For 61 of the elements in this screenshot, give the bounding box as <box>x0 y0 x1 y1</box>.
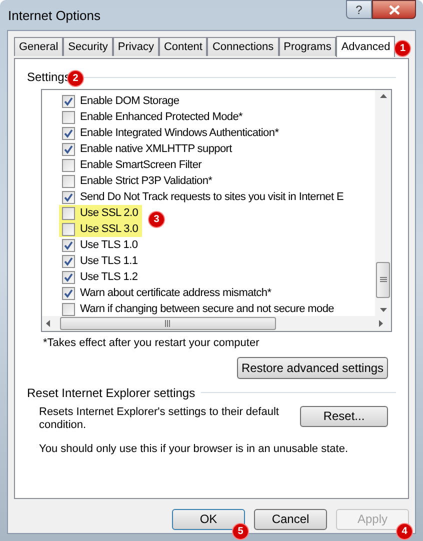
scroll-left-icon[interactable] <box>46 320 50 327</box>
setting-item[interactable]: Use TLS 1.1 <box>62 253 138 269</box>
checkbox[interactable] <box>62 94 75 108</box>
scroll-down-icon[interactable] <box>380 308 386 312</box>
tab[interactable]: Programs <box>278 37 336 56</box>
checkmark-icon <box>64 96 73 106</box>
checkbox[interactable] <box>62 158 75 172</box>
setting-item[interactable]: Enable Enhanced Protected Mode* <box>62 109 243 125</box>
footnote: *Takes effect after you restart your computer <box>43 336 260 351</box>
close-icon <box>388 4 400 14</box>
setting-item[interactable]: Enable DOM Storage <box>62 93 180 109</box>
reset-description: Resets Internet Explorer's settings to their default condition. <box>39 406 280 432</box>
tab[interactable]: Advanced <box>336 36 396 58</box>
setting-item[interactable]: Warn about certificate address mismatch* <box>62 285 272 301</box>
setting-item[interactable]: Enable Integrated Windows Authentication* <box>62 125 279 141</box>
reset-button[interactable]: Reset... <box>300 406 388 426</box>
setting-item[interactable]: Enable Strict P3P Validation* <box>62 173 212 189</box>
scroll-right-icon[interactable] <box>379 320 383 327</box>
callout-badge: 4 <box>396 523 413 540</box>
checkbox[interactable] <box>62 174 75 188</box>
reset-note: You should only use this if your browser is in an unusable state. <box>39 442 349 456</box>
dialog-button[interactable]: Cancel <box>254 508 327 530</box>
checkmark-icon <box>64 192 73 202</box>
vertical-scrollbar[interactable] <box>375 90 391 316</box>
checkbox[interactable] <box>62 142 75 156</box>
window-title: Internet Options <box>8 7 100 25</box>
setting-item[interactable]: Use SSL 2.0 <box>59 205 142 221</box>
scroll-up-icon[interactable] <box>380 94 386 98</box>
checkbox[interactable] <box>62 254 75 268</box>
group-title: Reset Internet Explorer settings <box>27 384 196 402</box>
checkbox[interactable] <box>62 270 75 284</box>
callout-badge: 1 <box>394 40 412 57</box>
setting-item[interactable]: Enable SmartScreen Filter <box>62 157 202 173</box>
checkbox[interactable] <box>62 302 75 316</box>
setting-item[interactable]: Use TLS 1.0 <box>62 237 138 253</box>
setting-item[interactable]: Send Do Not Track requests to sites you visit in Internet E <box>62 189 344 205</box>
tab[interactable]: Content <box>158 37 208 56</box>
checkbox[interactable] <box>62 238 75 252</box>
grip-icon <box>165 320 171 327</box>
setting-item[interactable]: Warn if changing between secure and not secure mode <box>62 301 334 317</box>
callout-badge: 5 <box>232 523 249 540</box>
checkbox[interactable] <box>62 286 75 300</box>
setting-item[interactable]: Enable native XMLHTTP support <box>62 141 232 157</box>
checkbox[interactable] <box>62 206 75 220</box>
help-button[interactable]: ? <box>346 0 372 19</box>
checkbox[interactable] <box>62 190 75 204</box>
tab[interactable]: General <box>14 37 64 56</box>
close-button[interactable] <box>372 0 416 19</box>
tab[interactable]: Privacy <box>112 37 159 56</box>
tab[interactable]: Connections <box>207 37 279 56</box>
checkbox[interactable] <box>62 110 75 124</box>
callout-badge: 2 <box>67 70 84 87</box>
setting-item[interactable]: Use SSL 3.0 <box>59 221 142 237</box>
tab[interactable]: Security <box>63 37 113 56</box>
checkbox[interactable] <box>62 126 75 140</box>
checkbox[interactable] <box>62 222 75 236</box>
horizontal-scrollbar[interactable] <box>42 316 391 331</box>
callout-badge: 3 <box>148 211 165 228</box>
setting-item[interactable]: Use TLS 1.2 <box>62 269 138 285</box>
restore-button[interactable]: Restore advanced settings <box>237 356 388 378</box>
grip-icon <box>380 277 386 283</box>
